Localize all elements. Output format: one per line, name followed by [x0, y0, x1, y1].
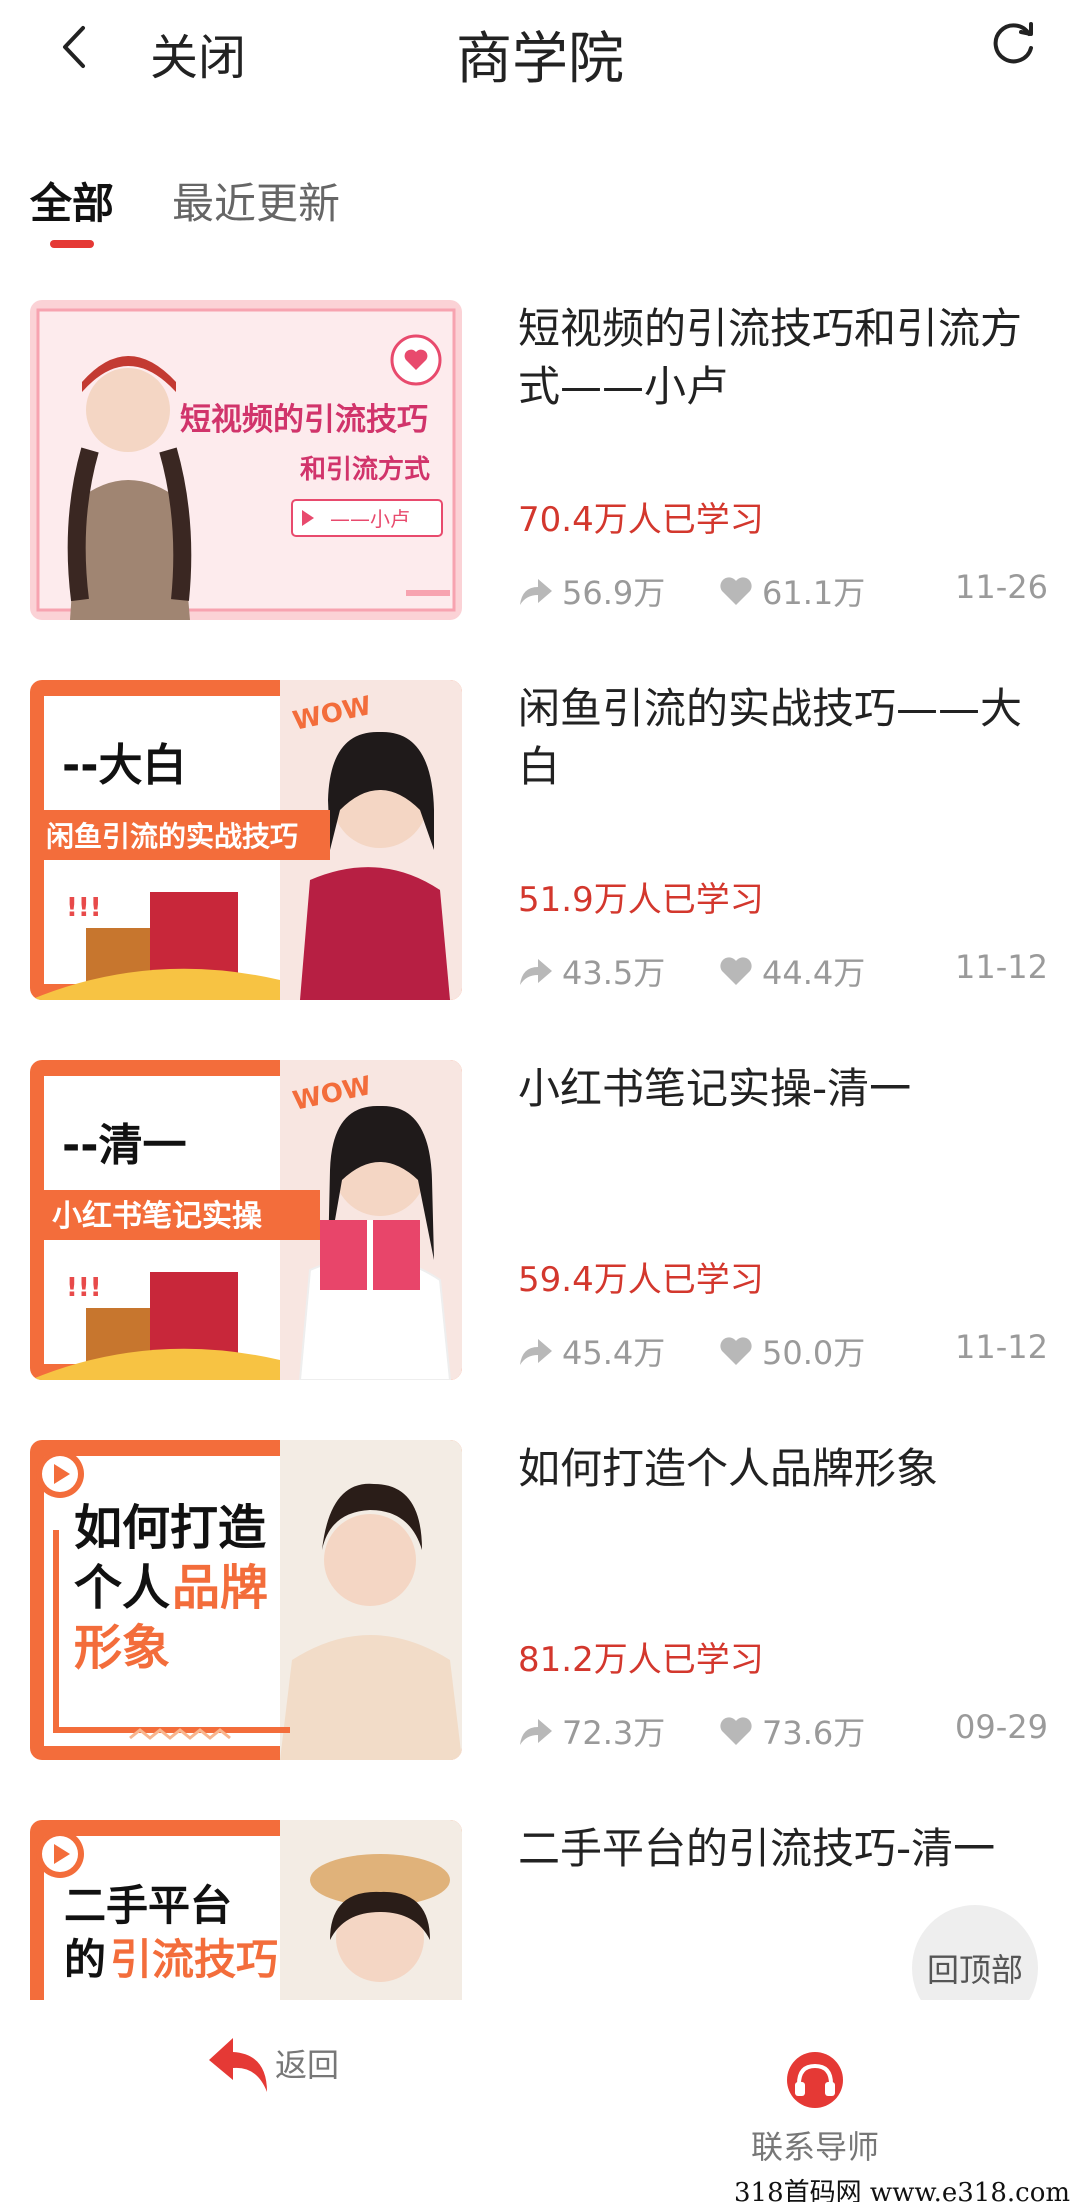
share-icon [520, 959, 552, 985]
publish-date: 11-26 [955, 568, 1048, 606]
heart-icon [720, 1337, 752, 1365]
learner-count: 70.4万人已学习 [518, 500, 764, 540]
course-thumbnail: 短视频的引流技巧 和引流方式 ——小卢 [30, 300, 462, 620]
tab-bar: 全部 最近更新 [0, 160, 1080, 250]
like-count: 44.4万 [762, 954, 866, 992]
learner-count: 51.9万人已学习 [518, 880, 764, 920]
learner-count: 59.4万人已学习 [518, 1260, 764, 1300]
course-title: 如何打造个人品牌形象 [518, 1444, 939, 1493]
course-stats: 56.9万 61.1万 11-26 [518, 568, 1048, 618]
thumbnail-caption: !!! [66, 1273, 102, 1303]
thumbnail-caption: 小红书笔记实操 [52, 1199, 263, 1234]
share-stat: 43.5万 [518, 948, 665, 994]
like-count: 73.6万 [762, 1714, 866, 1752]
thumbnail-caption: ——小卢 [330, 507, 410, 531]
close-button[interactable]: 关闭 [150, 18, 246, 88]
thumbnail-caption: 引流技巧 [110, 1935, 278, 1984]
thumbnail-caption: --大白 [62, 740, 187, 791]
bottom-nav: 返回 联系导师 318首码网 www.e318.com [0, 2000, 1080, 2202]
course-thumbnail: 如何打造 个人 品牌 形象 [30, 1440, 462, 1760]
page: 关闭 商学院 全部 最近更新 短视频的引流技巧 和引流方式 ——小卢 短视频的引… [0, 0, 1080, 2202]
thumbnail-caption: 形象 [74, 1620, 170, 1676]
course-item[interactable]: WOW --清一 小红书笔记实操 !!! 小红书笔记实操-清一 59.4万人已学… [0, 1060, 1080, 1390]
share-count: 43.5万 [562, 954, 666, 992]
heart-icon [720, 1717, 752, 1745]
thumbnail-caption: 闲鱼引流的实战技巧 [46, 820, 298, 853]
like-stat: 61.1万 [718, 568, 865, 614]
back-arrow-icon[interactable] [55, 22, 95, 72]
share-count: 56.9万 [562, 574, 666, 612]
share-icon [520, 1719, 552, 1745]
share-icon [520, 1339, 552, 1365]
thumbnail-caption: 个人 [74, 1560, 170, 1616]
nav-back-button[interactable]: 返回 [205, 2030, 385, 2120]
thumbnail-caption: 和引流方式 [300, 454, 430, 485]
heart-icon [720, 957, 752, 985]
course-item[interactable]: 如何打造 个人 品牌 形象 如何打造个人品牌形象 81.2万人已学习 72.3万… [0, 1440, 1080, 1770]
course-title: 小红书笔记实操-清一 [518, 1064, 912, 1113]
publish-date: 09-29 [955, 1708, 1048, 1746]
share-count: 45.4万 [562, 1334, 666, 1372]
heart-icon [720, 577, 752, 605]
like-count: 50.0万 [762, 1334, 866, 1372]
tab-recent[interactable]: 最近更新 [172, 170, 340, 231]
thumbnail-caption: 品牌 [172, 1560, 268, 1616]
contact-mentor-label: 联系导师 [750, 2128, 879, 2166]
learner-count: 81.2万人已学习 [518, 1640, 764, 1680]
thumbnail-caption: 二手平台 [64, 1881, 232, 1930]
thumbnail-image: 二手平台 的 引流技巧 [30, 1820, 462, 2000]
active-tab-indicator [50, 240, 94, 248]
contact-mentor-button[interactable]: 联系导师 [740, 2050, 890, 2180]
like-stat: 44.4万 [718, 948, 865, 994]
course-title: 短视频的引流技巧和引流方式——小卢 [518, 304, 1023, 411]
header: 关闭 商学院 [0, 0, 1080, 100]
thumbnail-caption: --清一 [62, 1120, 187, 1171]
course-title: 二手平台的引流技巧-清一 [518, 1824, 996, 1873]
course-item[interactable]: 短视频的引流技巧 和引流方式 ——小卢 短视频的引流技巧和引流方式——小卢 70… [0, 300, 1080, 630]
refresh-icon[interactable] [985, 16, 1041, 72]
tab-all[interactable]: 全部 [30, 170, 114, 231]
return-arrow-icon [209, 2038, 267, 2092]
publish-date: 11-12 [955, 1328, 1048, 1366]
share-icon [520, 579, 552, 605]
like-stat: 73.6万 [718, 1708, 865, 1754]
share-stat: 45.4万 [518, 1328, 665, 1374]
publish-date: 11-12 [955, 948, 1048, 986]
course-stats: 72.3万 73.6万 09-29 [518, 1708, 1048, 1758]
course-thumbnail: WOW --大白 闲鱼引流的实战技巧 !!! [30, 680, 462, 1000]
thumbnail-caption: 短视频的引流技巧 [180, 402, 428, 438]
thumbnail-caption: 的 [64, 1935, 106, 1984]
course-stats: 45.4万 50.0万 11-12 [518, 1328, 1048, 1378]
thumbnail-image: 如何打造 个人 品牌 形象 [30, 1440, 462, 1760]
nav-back-label: 返回 [275, 2046, 340, 2084]
thumbnail-image: WOW --清一 小红书笔记实操 !!! [30, 1060, 462, 1380]
like-stat: 50.0万 [718, 1328, 865, 1374]
course-title: 闲鱼引流的实战技巧——大白 [518, 684, 1023, 791]
thumbnail-image: WOW --大白 闲鱼引流的实战技巧 !!! [30, 680, 462, 1000]
share-stat: 72.3万 [518, 1708, 665, 1754]
course-thumbnail: WOW --清一 小红书笔记实操 !!! [30, 1060, 462, 1380]
thumbnail-caption: !!! [66, 893, 102, 923]
watermark-text: 318首码网 www.e318.com [734, 2178, 1070, 2202]
course-item[interactable]: WOW --大白 闲鱼引流的实战技巧 !!! 闲鱼引流的实战技巧——大白 51.… [0, 680, 1080, 1010]
thumbnail-image: 短视频的引流技巧 和引流方式 ——小卢 [30, 300, 462, 620]
like-count: 61.1万 [762, 574, 866, 612]
thumbnail-caption: 如何打造 [74, 1500, 266, 1556]
course-stats: 43.5万 44.4万 11-12 [518, 948, 1048, 998]
course-thumbnail: 二手平台 的 引流技巧 [30, 1820, 462, 2000]
share-stat: 56.9万 [518, 568, 665, 614]
share-count: 72.3万 [562, 1714, 666, 1752]
headset-icon [787, 2052, 843, 2108]
